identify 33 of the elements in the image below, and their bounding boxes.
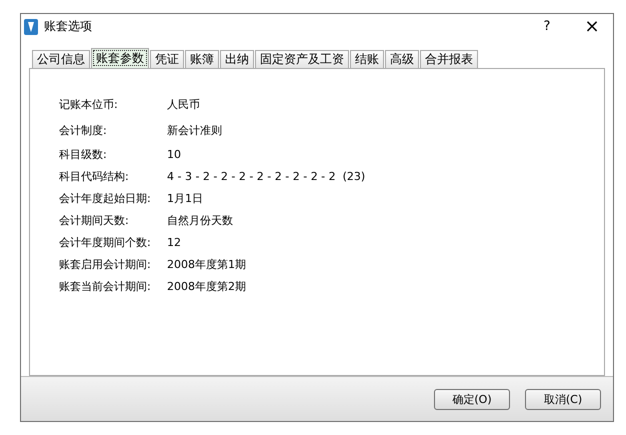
tab[interactable]: 账套参数 bbox=[91, 48, 149, 68]
field-value: 2008年度第1期 bbox=[167, 256, 246, 272]
field-value: 2008年度第2期 bbox=[167, 278, 246, 294]
field-value: 10 bbox=[167, 148, 181, 160]
field-value: 1月1日 bbox=[167, 190, 203, 206]
cancel-button[interactable]: 取消(C) bbox=[525, 388, 601, 410]
field-label: 科目代码结构: bbox=[59, 168, 130, 184]
field-value: 人民币 bbox=[167, 96, 200, 112]
tab[interactable]: 结账 bbox=[350, 50, 384, 68]
tab[interactable]: 公司信息 bbox=[32, 50, 90, 68]
field-label: 科目级数: bbox=[59, 146, 108, 162]
field-value: 新会计准则 bbox=[167, 122, 222, 138]
field-value: 4 - 3 - 2 - 2 - 2 - 2 - 2 - 2 - 2 - 2 (23) bbox=[167, 170, 366, 182]
field-label: 会计期间天数: bbox=[59, 212, 130, 228]
close-button[interactable]: × bbox=[575, 16, 609, 37]
field-label: 会计年度起始日期: bbox=[59, 190, 152, 206]
ok-button[interactable]: 确定(O) bbox=[434, 388, 510, 410]
tab[interactable]: 账簿 bbox=[185, 50, 219, 68]
tab[interactable]: 凭证 bbox=[150, 50, 184, 68]
help-button[interactable]: ? bbox=[527, 19, 567, 34]
field-label: 账套启用会计期间: bbox=[59, 256, 152, 272]
field-label: 会计年度期间个数: bbox=[59, 234, 152, 250]
tab[interactable]: 固定资产及工资 bbox=[255, 50, 349, 68]
field-value: 自然月份天数 bbox=[167, 212, 233, 228]
field-label: 会计制度: bbox=[59, 122, 108, 138]
app-icon bbox=[24, 18, 38, 34]
tab[interactable]: 合并报表 bbox=[420, 50, 478, 68]
tab[interactable]: 出纳 bbox=[220, 50, 254, 68]
field-label: 账套当前会计期间: bbox=[59, 278, 152, 294]
window-title: 账套选项 bbox=[44, 18, 93, 35]
field-label: 记账本位币: bbox=[59, 96, 119, 112]
field-value: 12 bbox=[167, 236, 181, 248]
tab[interactable]: 高级 bbox=[385, 50, 419, 68]
